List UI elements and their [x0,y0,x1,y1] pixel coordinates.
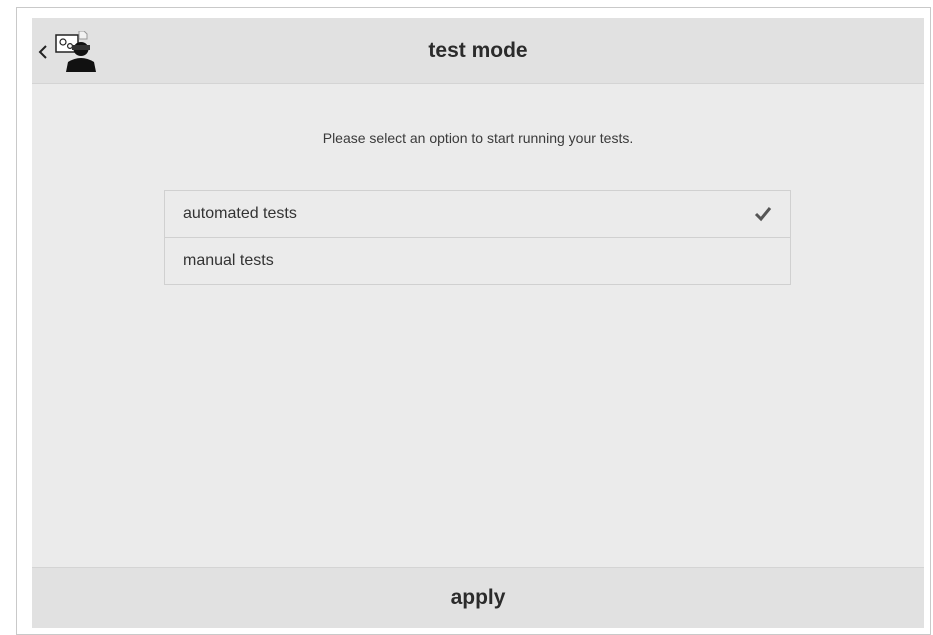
option-automated-tests[interactable]: automated tests [165,191,790,237]
checkmark-icon [754,207,772,222]
chevron-left-icon [38,45,47,59]
test-option-list: automated tests manual tests [164,190,791,285]
header-bar: test mode [32,18,924,84]
footer-bar: apply [32,567,924,628]
option-label: manual tests [183,252,274,269]
back-button[interactable] [38,30,106,74]
instruction-text: Please select an option to start running… [322,130,634,146]
option-manual-tests[interactable]: manual tests [165,237,790,284]
apply-button[interactable]: apply [32,568,924,628]
page-title: test mode [428,39,528,62]
test-mode-screen: test mode Please select an option to sta… [32,18,924,628]
test-operator-icon [55,31,96,72]
option-label: automated tests [183,205,297,222]
